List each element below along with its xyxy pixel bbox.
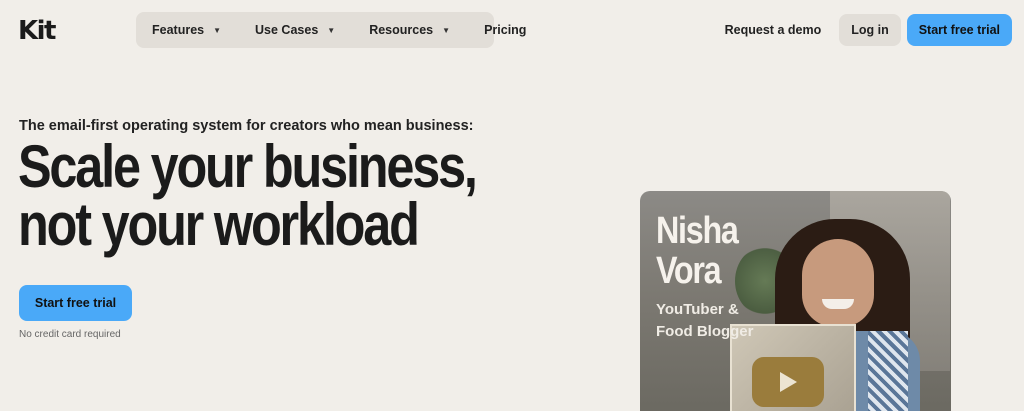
creator-photo-apron xyxy=(868,331,908,411)
nav-use-cases[interactable]: Use Cases ▼ xyxy=(255,23,335,37)
header-start-trial-button[interactable]: Start free trial xyxy=(906,14,1012,46)
hero-start-trial-button[interactable]: Start free trial xyxy=(19,285,132,321)
no-credit-card-note: No credit card required xyxy=(19,329,121,340)
caret-down-icon: ▼ xyxy=(213,25,222,35)
request-demo-link[interactable]: Request a demo xyxy=(725,23,822,37)
headline-line-1: Scale your business, xyxy=(18,133,478,200)
kit-logo[interactable]: Kit xyxy=(18,16,57,46)
nav-resources[interactable]: Resources ▼ xyxy=(369,23,450,37)
creator-photo-smile xyxy=(822,299,854,309)
creator-last-name: Vora xyxy=(656,250,722,292)
creator-video-card[interactable]: Nisha Vora YouTuber & Food Blogger xyxy=(640,191,951,411)
creator-role-line-1: YouTuber & xyxy=(656,301,739,318)
hero-kicker: The email-first operating system for cre… xyxy=(19,118,474,134)
nav-features[interactable]: Features ▼ xyxy=(152,23,221,37)
nav-use-cases-label: Use Cases xyxy=(255,23,319,37)
header-actions: Request a demo Log in Start free trial xyxy=(725,14,1012,46)
hero-headline: Scale your business, not your workload xyxy=(18,133,478,258)
nav-pricing-label: Pricing xyxy=(484,23,527,37)
main-nav: Features ▼ Use Cases ▼ Resources ▼ Prici… xyxy=(136,12,526,48)
headline-line-2: not your workload xyxy=(18,191,420,258)
caret-down-icon: ▼ xyxy=(327,25,336,35)
login-button[interactable]: Log in xyxy=(839,14,901,46)
caret-down-icon: ▼ xyxy=(442,25,451,35)
creator-photo-face xyxy=(802,239,874,327)
creator-first-name: Nisha xyxy=(656,210,739,252)
creator-name: Nisha Vora xyxy=(656,210,739,292)
creator-role-line-2: Food Blogger xyxy=(656,323,754,340)
creator-role: YouTuber & Food Blogger xyxy=(656,299,754,343)
nav-features-label: Features xyxy=(152,23,205,37)
nav-pricing[interactable]: Pricing xyxy=(484,23,526,37)
nav-resources-label: Resources xyxy=(369,23,434,37)
play-icon[interactable] xyxy=(752,357,824,407)
